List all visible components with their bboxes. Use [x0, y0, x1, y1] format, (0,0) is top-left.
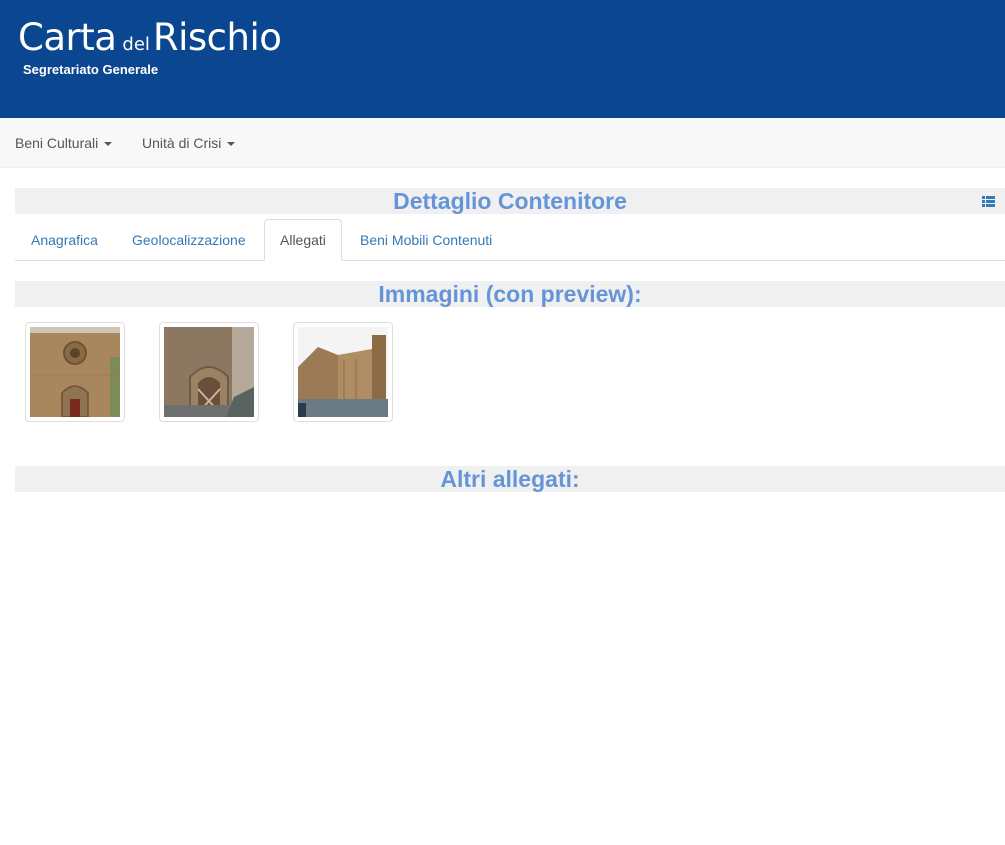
site-header: Carta delRischio Segretariato Generale	[0, 0, 1005, 118]
detail-tabs: Anagrafica Geolocalizzazione Allegati Be…	[15, 219, 1005, 261]
nav-beni-culturali-dropdown[interactable]: Beni Culturali	[15, 118, 113, 168]
brand-carta: Carta	[18, 16, 117, 59]
page-title-bar: Dettaglio Contenitore	[15, 188, 1005, 214]
tab-beni-mobili-contenuti[interactable]: Beni Mobili Contenuti	[345, 219, 507, 261]
other-attachments-heading: Altri allegati:	[15, 466, 1005, 492]
damaged-church-portal-image	[164, 327, 254, 417]
main-navbar: Beni Culturali Unità di Crisi	[0, 118, 1005, 168]
caret-down-icon	[104, 142, 113, 147]
brand-del: del	[122, 34, 150, 55]
images-section-title: Immagini (con preview):	[378, 281, 642, 307]
page-title: Dettaglio Contenitore	[393, 188, 627, 214]
brand-rischio: Rischio	[152, 16, 282, 59]
images-section-heading: Immagini (con preview):	[15, 281, 1005, 307]
caret-down-icon	[227, 142, 236, 147]
nav-unita-di-crisi-dropdown[interactable]: Unità di Crisi	[142, 118, 236, 168]
image-thumbnail[interactable]	[25, 322, 125, 422]
site-logo[interactable]: Carta delRischio	[18, 16, 282, 59]
tab-geolocalizzazione[interactable]: Geolocalizzazione	[117, 219, 261, 261]
nav-beni-culturali-label: Beni Culturali	[15, 135, 99, 151]
list-icon[interactable]	[982, 196, 995, 207]
church-facade-image	[30, 327, 120, 417]
tab-anagrafica[interactable]: Anagrafica	[16, 219, 113, 261]
image-thumbnail[interactable]	[293, 322, 393, 422]
other-attachments-title: Altri allegati:	[440, 466, 580, 492]
nav-unita-di-crisi-label: Unità di Crisi	[142, 135, 222, 151]
image-thumbnail[interactable]	[159, 322, 259, 422]
collapsed-church-image	[298, 327, 388, 417]
tab-allegati[interactable]: Allegati	[264, 219, 342, 261]
site-subtitle: Segretariato Generale	[23, 62, 159, 77]
